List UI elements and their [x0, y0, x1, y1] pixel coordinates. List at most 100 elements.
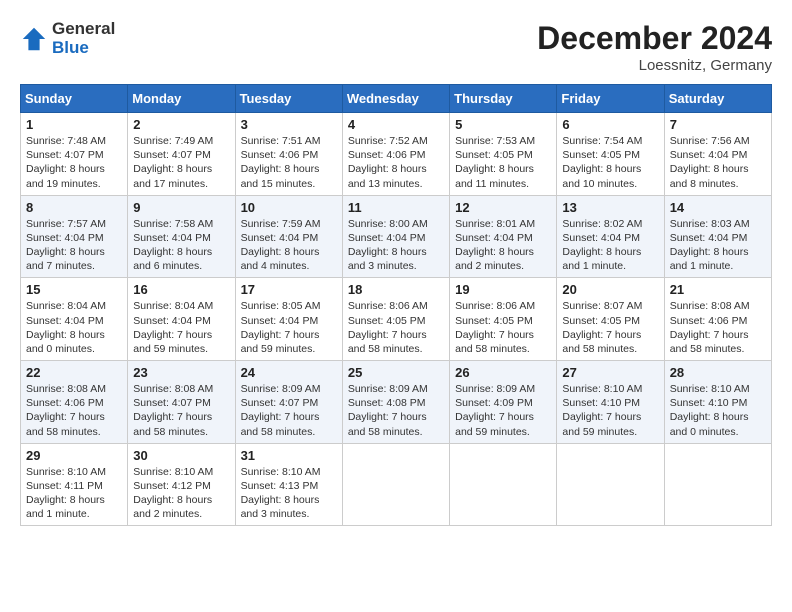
day-cell-13: 13Sunrise: 8:02 AM Sunset: 4:04 PM Dayli…	[557, 195, 664, 278]
day-detail: Sunrise: 8:08 AM Sunset: 4:06 PM Dayligh…	[670, 299, 766, 356]
day-number: 21	[670, 282, 766, 297]
day-detail: Sunrise: 7:53 AM Sunset: 4:05 PM Dayligh…	[455, 134, 551, 191]
day-cell-4: 4 Sunrise: 7:52 AM Sunset: 4:06 PM Daylig…	[342, 113, 449, 196]
day-detail: Sunrise: 8:10 AM Sunset: 4:13 PM Dayligh…	[241, 465, 337, 522]
day-number: 22	[26, 365, 122, 380]
day-number: 12	[455, 200, 551, 215]
day-cell-2: 2 Sunrise: 7:49 AM Sunset: 4:07 PM Daylig…	[128, 113, 235, 196]
col-header-monday: Monday	[128, 85, 235, 113]
logo-icon	[20, 25, 48, 53]
day-cell-24: 24 Sunrise: 8:09 AM Sunset: 4:07 PM Dayli…	[235, 361, 342, 444]
week-row-1: 1 Sunrise: 7:48 AM Sunset: 4:07 PM Daylig…	[21, 113, 772, 196]
day-number: 1	[26, 117, 122, 132]
day-number: 4	[348, 117, 444, 132]
day-detail: Sunrise: 8:10 AM Sunset: 4:12 PM Dayligh…	[133, 465, 229, 522]
day-cell-8: 8 Sunrise: 7:57 AM Sunset: 4:04 PM Daylig…	[21, 195, 128, 278]
day-number: 26	[455, 365, 551, 380]
day-detail: Sunrise: 8:02 AM Sunset: 4:04 PM Dayligh…	[562, 217, 658, 274]
col-header-wednesday: Wednesday	[342, 85, 449, 113]
day-number: 14	[670, 200, 766, 215]
week-row-2: 8 Sunrise: 7:57 AM Sunset: 4:04 PM Daylig…	[21, 195, 772, 278]
day-number: 15	[26, 282, 122, 297]
day-cell-14: 14 Sunrise: 8:03 AM Sunset: 4:04 PM Dayli…	[664, 195, 771, 278]
day-detail: Sunrise: 7:51 AM Sunset: 4:06 PM Dayligh…	[241, 134, 337, 191]
day-cell-21: 21 Sunrise: 8:08 AM Sunset: 4:06 PM Dayli…	[664, 278, 771, 361]
day-number: 31	[241, 448, 337, 463]
day-detail: Sunrise: 7:52 AM Sunset: 4:06 PM Dayligh…	[348, 134, 444, 191]
day-detail: Sunrise: 8:05 AM Sunset: 4:04 PM Dayligh…	[241, 299, 337, 356]
day-cell-9: 9Sunrise: 7:58 AM Sunset: 4:04 PM Daylig…	[128, 195, 235, 278]
day-number: 5	[455, 117, 551, 132]
day-detail: Sunrise: 8:00 AM Sunset: 4:04 PM Dayligh…	[348, 217, 444, 274]
day-cell-16: 16Sunrise: 8:04 AM Sunset: 4:04 PM Dayli…	[128, 278, 235, 361]
day-cell-10: 10Sunrise: 7:59 AM Sunset: 4:04 PM Dayli…	[235, 195, 342, 278]
day-cell-1: 1 Sunrise: 7:48 AM Sunset: 4:07 PM Daylig…	[21, 113, 128, 196]
day-detail: Sunrise: 8:03 AM Sunset: 4:04 PM Dayligh…	[670, 217, 766, 274]
day-cell-30: 30 Sunrise: 8:10 AM Sunset: 4:12 PM Dayli…	[128, 443, 235, 526]
empty-cell	[450, 443, 557, 526]
day-number: 30	[133, 448, 229, 463]
day-detail: Sunrise: 8:04 AM Sunset: 4:04 PM Dayligh…	[133, 299, 229, 356]
day-number: 2	[133, 117, 229, 132]
logo-blue: Blue	[52, 39, 115, 58]
day-cell-7: 7Sunrise: 7:56 AM Sunset: 4:04 PM Daylig…	[664, 113, 771, 196]
day-detail: Sunrise: 8:09 AM Sunset: 4:07 PM Dayligh…	[241, 382, 337, 439]
empty-cell	[557, 443, 664, 526]
day-cell-11: 11 Sunrise: 8:00 AM Sunset: 4:04 PM Dayli…	[342, 195, 449, 278]
day-detail: Sunrise: 7:57 AM Sunset: 4:04 PM Dayligh…	[26, 217, 122, 274]
day-cell-23: 23 Sunrise: 8:08 AM Sunset: 4:07 PM Dayli…	[128, 361, 235, 444]
week-row-3: 15 Sunrise: 8:04 AM Sunset: 4:04 PM Dayli…	[21, 278, 772, 361]
day-number: 24	[241, 365, 337, 380]
day-cell-3: 3 Sunrise: 7:51 AM Sunset: 4:06 PM Daylig…	[235, 113, 342, 196]
day-cell-18: 18 Sunrise: 8:06 AM Sunset: 4:05 PM Dayli…	[342, 278, 449, 361]
day-number: 28	[670, 365, 766, 380]
day-cell-12: 12Sunrise: 8:01 AM Sunset: 4:04 PM Dayli…	[450, 195, 557, 278]
day-cell-6: 6Sunrise: 7:54 AM Sunset: 4:05 PM Daylig…	[557, 113, 664, 196]
day-cell-25: 25Sunrise: 8:09 AM Sunset: 4:08 PM Dayli…	[342, 361, 449, 444]
header-row: SundayMondayTuesdayWednesdayThursdayFrid…	[21, 85, 772, 113]
week-row-4: 22 Sunrise: 8:08 AM Sunset: 4:06 PM Dayli…	[21, 361, 772, 444]
day-cell-15: 15Sunrise: 8:04 AM Sunset: 4:04 PM Dayli…	[21, 278, 128, 361]
day-number: 3	[241, 117, 337, 132]
day-detail: Sunrise: 8:06 AM Sunset: 4:05 PM Dayligh…	[455, 299, 551, 356]
day-detail: Sunrise: 8:07 AM Sunset: 4:05 PM Dayligh…	[562, 299, 658, 356]
page-header: General Blue December 2024 Loessnitz, Ge…	[20, 20, 772, 74]
day-detail: Sunrise: 8:10 AM Sunset: 4:10 PM Dayligh…	[670, 382, 766, 439]
week-row-5: 29Sunrise: 8:10 AM Sunset: 4:11 PM Dayli…	[21, 443, 772, 526]
day-detail: Sunrise: 8:09 AM Sunset: 4:09 PM Dayligh…	[455, 382, 551, 439]
day-cell-26: 26 Sunrise: 8:09 AM Sunset: 4:09 PM Dayli…	[450, 361, 557, 444]
day-detail: Sunrise: 7:58 AM Sunset: 4:04 PM Dayligh…	[133, 217, 229, 274]
title-block: December 2024 Loessnitz, Germany	[537, 20, 772, 74]
day-detail: Sunrise: 8:08 AM Sunset: 4:07 PM Dayligh…	[133, 382, 229, 439]
col-header-friday: Friday	[557, 85, 664, 113]
day-detail: Sunrise: 7:49 AM Sunset: 4:07 PM Dayligh…	[133, 134, 229, 191]
location: Loessnitz, Germany	[537, 57, 772, 74]
day-cell-17: 17 Sunrise: 8:05 AM Sunset: 4:04 PM Dayli…	[235, 278, 342, 361]
day-number: 17	[241, 282, 337, 297]
day-detail: Sunrise: 7:54 AM Sunset: 4:05 PM Dayligh…	[562, 134, 658, 191]
day-detail: Sunrise: 8:06 AM Sunset: 4:05 PM Dayligh…	[348, 299, 444, 356]
day-number: 8	[26, 200, 122, 215]
day-number: 11	[348, 200, 444, 215]
col-header-tuesday: Tuesday	[235, 85, 342, 113]
day-cell-19: 19 Sunrise: 8:06 AM Sunset: 4:05 PM Dayli…	[450, 278, 557, 361]
logo: General Blue	[20, 20, 115, 57]
day-cell-28: 28 Sunrise: 8:10 AM Sunset: 4:10 PM Dayli…	[664, 361, 771, 444]
day-detail: Sunrise: 8:08 AM Sunset: 4:06 PM Dayligh…	[26, 382, 122, 439]
day-cell-27: 27Sunrise: 8:10 AM Sunset: 4:10 PM Dayli…	[557, 361, 664, 444]
col-header-sunday: Sunday	[21, 85, 128, 113]
day-number: 20	[562, 282, 658, 297]
col-header-saturday: Saturday	[664, 85, 771, 113]
day-detail: Sunrise: 7:56 AM Sunset: 4:04 PM Dayligh…	[670, 134, 766, 191]
day-cell-31: 31 Sunrise: 8:10 AM Sunset: 4:13 PM Dayli…	[235, 443, 342, 526]
day-number: 18	[348, 282, 444, 297]
day-detail: Sunrise: 8:09 AM Sunset: 4:08 PM Dayligh…	[348, 382, 444, 439]
day-detail: Sunrise: 7:48 AM Sunset: 4:07 PM Dayligh…	[26, 134, 122, 191]
day-number: 23	[133, 365, 229, 380]
day-detail: Sunrise: 8:10 AM Sunset: 4:11 PM Dayligh…	[26, 465, 122, 522]
empty-cell	[342, 443, 449, 526]
month-title: December 2024	[537, 20, 772, 57]
day-number: 19	[455, 282, 551, 297]
logo-general: General	[52, 20, 115, 39]
day-detail: Sunrise: 8:10 AM Sunset: 4:10 PM Dayligh…	[562, 382, 658, 439]
